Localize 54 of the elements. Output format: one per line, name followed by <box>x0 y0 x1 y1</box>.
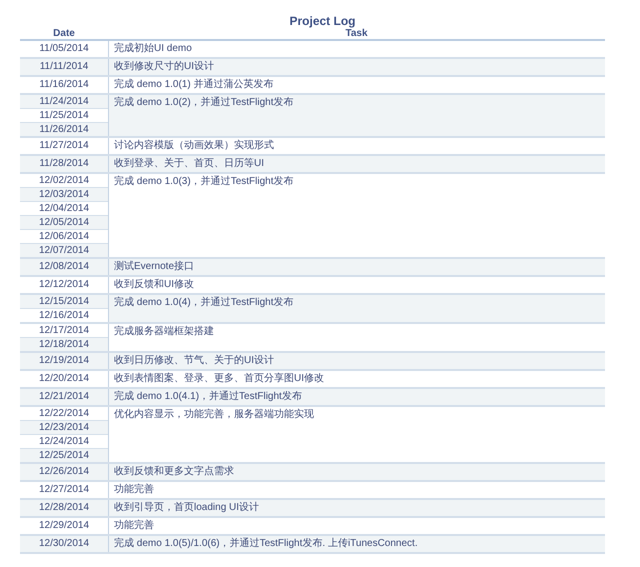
date-cell-text: 12/27/2014 <box>38 483 90 497</box>
task-cell-text: 收到登录、关于、首页、日历等UI <box>113 156 265 171</box>
task-cell-text: 优化内容显示，功能完善，服务器端功能实现 <box>113 408 315 422</box>
date-cell-text: 11/28/2014 <box>38 157 90 171</box>
task-cell-text: 收到反馈和UI修改 <box>113 278 195 292</box>
task-cell-text: 收到反馈和更多文字点需求 <box>113 464 235 479</box>
date-cell: 11/24/2014 <box>20 95 108 109</box>
date-cell: 12/17/2014 <box>20 324 108 338</box>
date-cell: 12/03/2014 <box>20 188 108 202</box>
date-cell: 12/05/2014 <box>20 216 108 230</box>
task-cell-text: 收到日历修改、节气、关于的UI设计 <box>113 354 275 368</box>
date-cell-text: 11/05/2014 <box>38 42 90 56</box>
table-title: Project Log <box>288 14 356 28</box>
date-cell: 12/22/2014 <box>20 407 108 421</box>
date-cell-text: 12/28/2014 <box>38 501 90 515</box>
task-cell-text: 完成 demo 1.0(3)，并通过TestFlight发布 <box>113 174 294 189</box>
task-cell-text: 完成 demo 1.0(4)，并通过TestFlight发布 <box>113 296 294 310</box>
task-cell-text: 功能完善 <box>113 482 155 497</box>
date-cell: 12/02/2014 <box>20 174 108 188</box>
date-cell: 12/25/2014 <box>20 449 108 462</box>
date-cell-text: 12/08/2014 <box>38 260 90 274</box>
task-cell-text: 完成 demo 1.0(4.1)，并通过TestFlight发布 <box>113 390 303 404</box>
column-header: Date <box>52 28 76 39</box>
date-cell: 12/23/2014 <box>20 421 108 435</box>
date-cell-text: 12/26/2014 <box>38 465 90 479</box>
date-cell-text: 11/11/2014 <box>38 60 90 74</box>
date-cell: 12/07/2014 <box>20 244 108 257</box>
task-cell-text: 功能完善 <box>113 518 155 533</box>
date-cell: 12/16/2014 <box>20 309 108 322</box>
date-cell-text: 12/30/2014 <box>38 537 90 551</box>
date-cell: 12/15/2014 <box>20 295 108 309</box>
date-cell: 12/24/2014 <box>20 435 108 449</box>
date-cell-text: 12/20/2014 <box>38 372 90 386</box>
date-cell-text: 12/29/2014 <box>38 519 90 533</box>
date-cell-text: 11/27/2014 <box>38 139 90 153</box>
task-cell-text: 收到表情图案、登录、更多、首页分享图UI修改 <box>113 372 325 386</box>
date-cell-text: 12/21/2014 <box>38 390 90 404</box>
column-header: Task <box>344 28 369 39</box>
task-cell-text: 讨论内容模版（动画效果）实现形式 <box>113 138 275 153</box>
date-cell-text: 11/16/2014 <box>38 78 90 92</box>
task-cell-text: 收到修改尺寸的UI设计 <box>113 60 215 74</box>
date-cell: 12/04/2014 <box>20 202 108 216</box>
date-cell: 11/25/2014 <box>20 109 108 123</box>
date-cell-text: 12/19/2014 <box>38 354 90 368</box>
task-cell-text: 完成 demo 1.0(2)，并通过TestFlight发布 <box>113 96 294 110</box>
task-cell-text: 完成初始UI demo <box>113 42 193 56</box>
date-cell: 12/06/2014 <box>20 230 108 244</box>
date-cell-text: 12/12/2014 <box>38 278 90 292</box>
task-cell-text: 完成 demo 1.0(1) 并通过蒲公英发布 <box>113 78 274 92</box>
task-cell-text: 完成服务器端框架搭建 <box>113 324 215 339</box>
task-cell-text: 收到引导页，首页loading UI设计 <box>113 500 260 515</box>
task-cell-text: 测试Evernote接口 <box>113 260 196 274</box>
date-cell: 12/18/2014 <box>20 338 108 351</box>
task-cell-text: 完成 demo 1.0(5)/1.0(6)，并通过TestFlight发布. 上传iTunesConnect. <box>113 536 419 551</box>
